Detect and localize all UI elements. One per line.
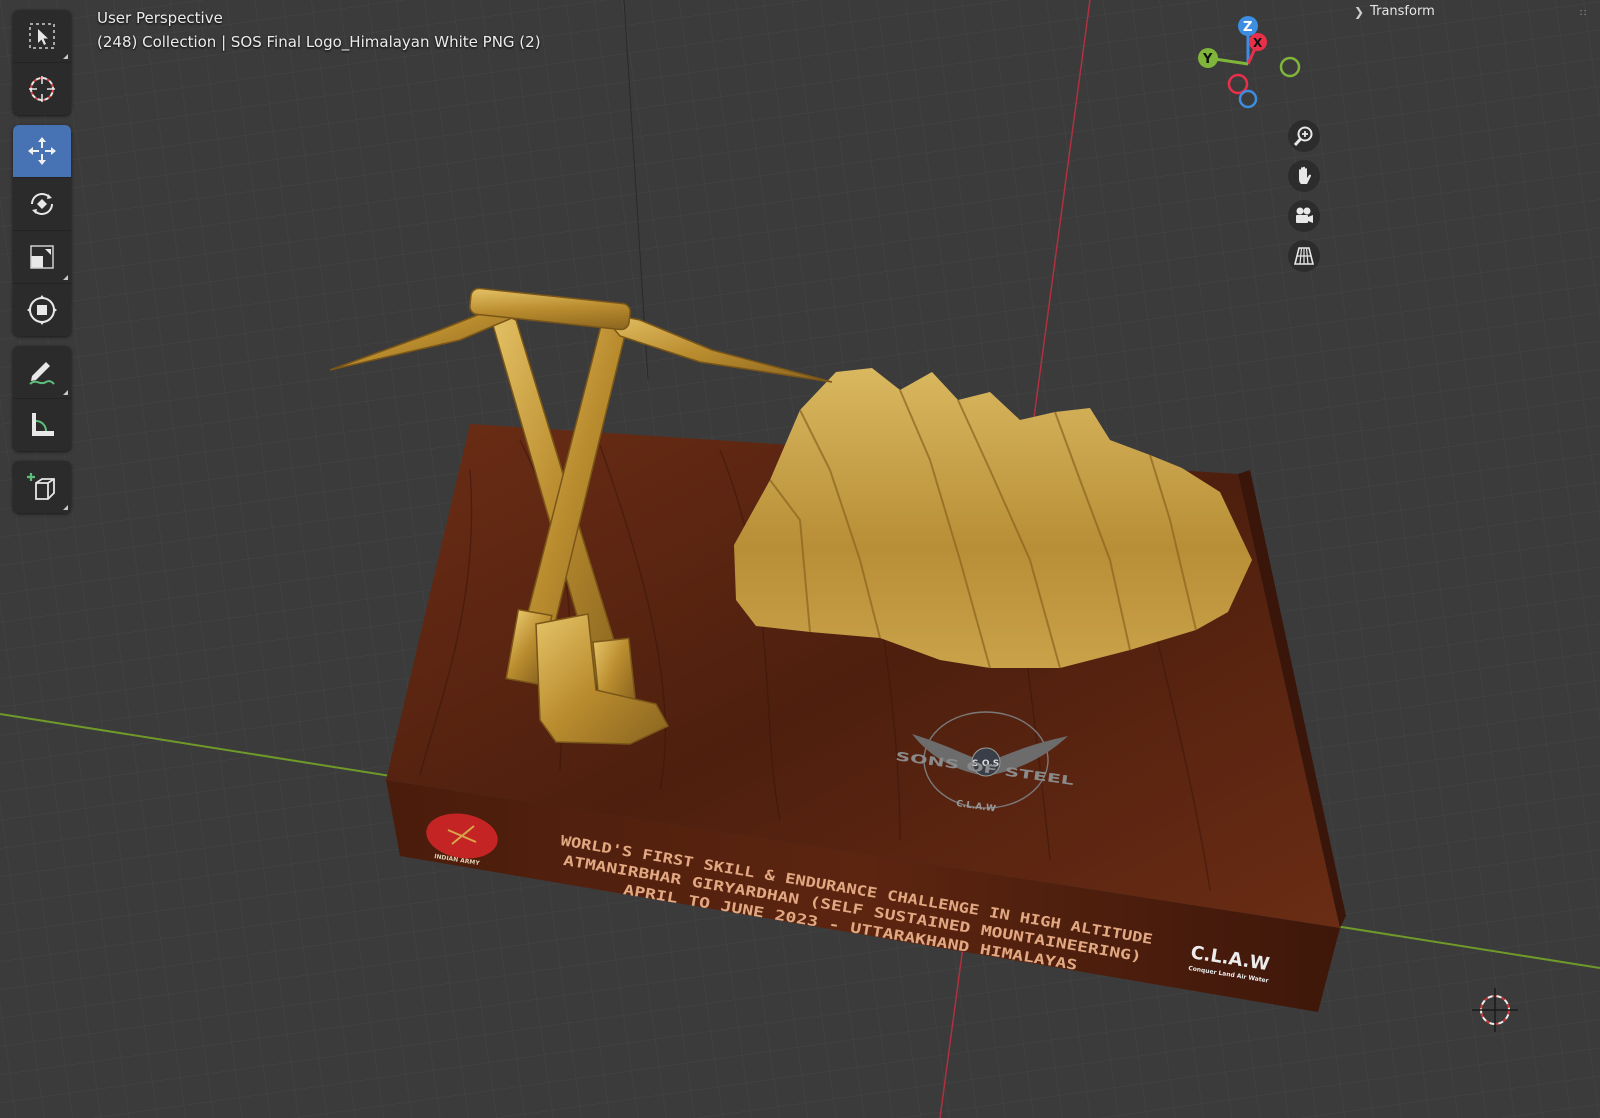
perspective-toggle-button[interactable]: [1288, 240, 1320, 272]
tool-group-select: [13, 10, 71, 115]
scene-render: INDIAN ARMY WORLD'S FIRST SKILL & ENDURA…: [0, 0, 1600, 1118]
camera-icon: [1296, 207, 1313, 223]
scale-icon: [30, 245, 54, 269]
move-tool[interactable]: [13, 125, 71, 178]
transform-icon: [27, 295, 57, 325]
tool-shelf: [13, 10, 71, 523]
navigation-gizmo[interactable]: Z X Y: [1196, 12, 1316, 122]
transform-label: Transform: [1370, 4, 1435, 19]
tool-group-add: [13, 461, 71, 513]
viewport-title: User Perspective: [97, 9, 223, 27]
sidebar-grip-icon[interactable]: ∷: [1580, 8, 1586, 19]
zoom-button[interactable]: [1288, 120, 1320, 152]
navigation-buttons: [1288, 120, 1322, 280]
axis-gizmo-icon: Z X Y: [1198, 16, 1301, 109]
pan-button[interactable]: [1288, 160, 1320, 192]
3d-viewport[interactable]: INDIAN ARMY WORLD'S FIRST SKILL & ENDURA…: [0, 0, 1600, 1118]
move-arrows-icon: [28, 137, 56, 165]
transform-panel-toggle[interactable]: ❯ Transform: [1354, 4, 1435, 19]
gizmo-y-label: Y: [1202, 52, 1213, 67]
add-cube-tool[interactable]: [13, 461, 71, 513]
tool-group-annotate: [13, 346, 71, 451]
tool-group-transform: [13, 125, 71, 336]
select-box-icon: [29, 23, 55, 49]
chevron-right-icon: ❯: [1354, 4, 1365, 19]
rotate-tool[interactable]: [13, 178, 71, 231]
camera-view-button[interactable]: [1288, 200, 1320, 232]
select-box-tool[interactable]: [13, 10, 71, 63]
pencil-icon: [29, 362, 55, 385]
gizmo-z-label: Z: [1243, 20, 1252, 35]
pan-hand-icon: [1299, 166, 1312, 184]
gizmo-x-label: X: [1253, 36, 1263, 50]
transform-tool[interactable]: [13, 284, 71, 336]
grid-perspective-icon: [1293, 247, 1315, 265]
3d-cursor-icon: [29, 76, 55, 102]
zoom-icon: [1293, 126, 1313, 147]
add-cube-icon: [27, 473, 55, 500]
scale-tool[interactable]: [13, 231, 71, 284]
measure-tool[interactable]: [13, 399, 71, 451]
rotate-icon: [31, 193, 53, 215]
annotate-tool[interactable]: [13, 346, 71, 399]
viewport-collection-label: (248) Collection | SOS Final Logo_Himala…: [97, 33, 541, 51]
ruler-icon: [32, 413, 54, 436]
cursor-tool[interactable]: [13, 63, 71, 115]
